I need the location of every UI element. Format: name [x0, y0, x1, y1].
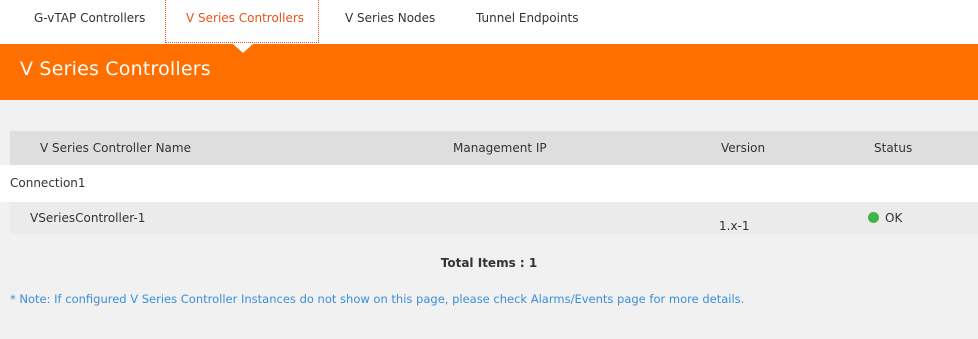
controller-name-cell[interactable]: VSeriesController-1	[30, 202, 145, 234]
version-cell: 1.x-1	[719, 219, 750, 233]
tab-vseries-controllers[interactable]: V Series Controllers	[165, 0, 320, 43]
column-header-name[interactable]: V Series Controller Name	[40, 131, 191, 165]
active-tab-pointer	[233, 44, 253, 53]
tab-bar: G-vTAP Controllers V Series Controllers …	[0, 0, 978, 44]
column-header-version[interactable]: Version	[721, 131, 765, 165]
tab-tunnel-endpoints[interactable]: Tunnel Endpoints	[476, 0, 579, 36]
info-note: * Note: If configured V Series Controlle…	[10, 292, 745, 306]
group-label: Connection1	[10, 176, 86, 190]
table-row[interactable]: VSeriesController-1 1.x-1 OK	[10, 202, 978, 234]
column-header-status[interactable]: Status	[874, 131, 912, 165]
status-ok-icon	[868, 212, 879, 223]
status-cell: OK	[868, 202, 902, 234]
group-row: Connection1	[0, 165, 978, 202]
tab-gvtap-controllers[interactable]: G-vTAP Controllers	[34, 0, 145, 36]
page-title: V Series Controllers	[20, 58, 211, 80]
column-header-management-ip[interactable]: Management IP	[453, 131, 547, 165]
status-text: OK	[885, 211, 903, 225]
tab-vseries-nodes[interactable]: V Series Nodes	[345, 0, 435, 36]
total-items: Total Items : 1	[440, 256, 538, 270]
table-header: V Series Controller Name Management IP V…	[10, 131, 978, 165]
